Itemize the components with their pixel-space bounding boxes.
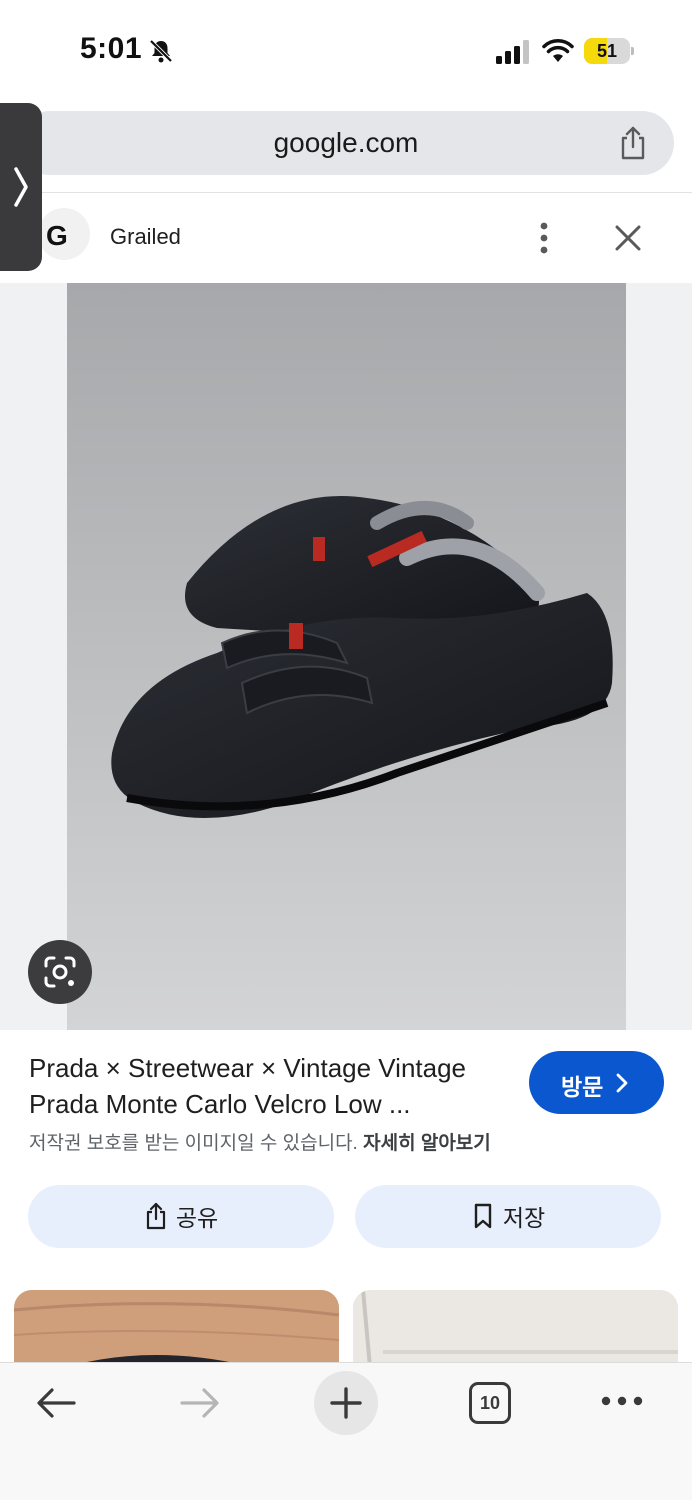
forward-arrow-icon[interactable] [178,1385,222,1421]
close-icon[interactable] [612,222,644,254]
battery-level: 51 [596,41,618,61]
wifi-icon [542,39,574,62]
new-tab-button[interactable] [314,1371,378,1435]
save-label: 저장 [502,1205,546,1231]
back-arrow-icon[interactable] [34,1385,78,1421]
share-icon[interactable] [616,125,650,161]
copyright-notice: 저작권 보호를 받는 이미지일 수 있습니다. 자세히 알아보기 [29,1128,491,1155]
signal-icon [496,40,529,64]
source-logo-letter: G [46,220,68,251]
divider [0,192,692,193]
share-button[interactable]: 공유 [28,1185,334,1248]
bookmark-icon [474,1203,492,1229]
source-logo[interactable]: G [38,208,90,260]
result-image[interactable] [67,283,626,1030]
lens-button[interactable] [28,940,92,1004]
chevron-right-icon [14,167,28,207]
side-panel-handle[interactable] [0,103,42,271]
copyright-text: 저작권 보호를 받는 이미지일 수 있습니다. [29,1133,358,1154]
more-horiz-icon[interactable] [600,1393,644,1409]
battery-icon: 51 [584,38,634,64]
share-label: 공유 [175,1205,219,1231]
plus-icon [330,1387,362,1419]
status-time: 5:01 [80,32,143,65]
lens-icon [44,956,76,988]
save-button[interactable]: 저장 [355,1185,661,1248]
bottom-toolbar: 10 [0,1362,692,1500]
result-title[interactable]: Prada × Streetwear × Vintage Vintage Pra… [29,1050,499,1122]
address-bar[interactable]: google.com [18,111,674,175]
share-icon [146,1202,165,1230]
chevron-right-icon [616,1073,628,1093]
tabs-icon[interactable]: 10 [469,1382,511,1424]
tab-count: 10 [479,1393,501,1413]
more-vert-icon[interactable] [530,220,558,256]
learn-more-link[interactable]: 자세히 알아보기 [363,1133,491,1154]
source-name[interactable]: Grailed [110,224,181,250]
visit-button[interactable]: 방문 [529,1051,664,1114]
visit-label: 방문 [561,1074,604,1100]
status-bar: 5:01 51 [0,0,692,100]
url-text[interactable]: google.com [18,127,674,159]
bell-slash-icon [149,39,173,63]
